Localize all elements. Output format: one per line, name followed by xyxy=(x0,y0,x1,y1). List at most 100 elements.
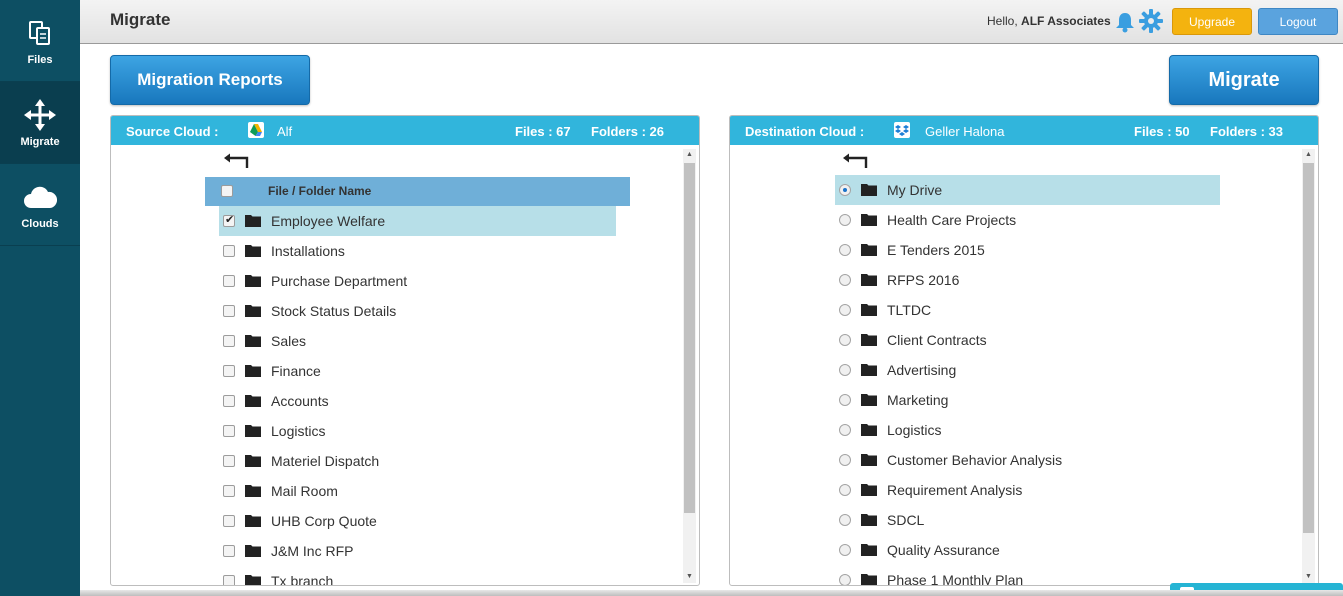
folder-radio[interactable] xyxy=(839,184,851,196)
folder-radio[interactable] xyxy=(839,304,851,316)
destination-cloud-label: Destination Cloud : xyxy=(745,124,865,139)
folder-radio[interactable] xyxy=(839,214,851,226)
files-icon xyxy=(23,16,57,50)
sidebar-item-files[interactable]: Files xyxy=(0,0,80,82)
source-folder-row[interactable]: Sales xyxy=(219,326,616,356)
source-panel-header: Source Cloud : Alf Files : 67 Folders : … xyxy=(111,116,699,145)
folder-checkbox[interactable] xyxy=(223,425,235,437)
folder-checkbox[interactable] xyxy=(223,365,235,377)
folder-icon xyxy=(861,183,877,196)
folder-icon xyxy=(245,424,261,437)
folder-name: Tx branch xyxy=(271,573,334,586)
user-name: ALF Associates xyxy=(1021,14,1111,28)
destination-folder-row[interactable]: TLTDC xyxy=(835,295,1220,325)
folder-radio[interactable] xyxy=(839,424,851,436)
destination-folder-row[interactable]: My Drive xyxy=(835,175,1220,205)
source-scrollbar[interactable]: ▲ ▼ xyxy=(683,149,696,583)
destination-folder-row[interactable]: Quality Assurance xyxy=(835,535,1220,565)
destination-panel-header: Destination Cloud : Geller Halona Files … xyxy=(730,116,1318,145)
folder-name: Employee Welfare xyxy=(271,213,386,229)
folder-checkbox[interactable] xyxy=(223,275,235,287)
source-folder-row[interactable]: Installations xyxy=(219,236,616,266)
source-account-name: Alf xyxy=(277,124,293,139)
sidebar-item-label: Files xyxy=(27,53,53,66)
folder-name: E Tenders 2015 xyxy=(887,242,985,258)
source-folder-row[interactable]: Tx branch xyxy=(219,566,616,586)
logout-button[interactable]: Logout xyxy=(1258,8,1338,35)
destination-folder-row[interactable]: Logistics xyxy=(835,415,1220,445)
folder-checkbox[interactable] xyxy=(223,305,235,317)
destination-folder-row[interactable]: Marketing xyxy=(835,385,1220,415)
destination-scrollbar[interactable]: ▲ ▼ xyxy=(1302,149,1315,583)
greeting: Hello, ALF Associates xyxy=(987,14,1111,28)
folder-radio[interactable] xyxy=(839,364,851,376)
migration-reports-button[interactable]: Migration Reports xyxy=(110,55,310,105)
folder-checkbox[interactable] xyxy=(223,213,235,227)
folder-name: Marketing xyxy=(887,392,949,408)
destination-folder-row[interactable]: SDCL xyxy=(835,505,1220,535)
destination-folder-row[interactable]: Client Contracts xyxy=(835,325,1220,355)
folder-radio[interactable] xyxy=(839,574,851,585)
folder-name: Finance xyxy=(271,363,321,379)
folder-name: Installations xyxy=(271,243,345,259)
destination-folder-row[interactable]: Requirement Analysis xyxy=(835,475,1220,505)
page-title: Migrate xyxy=(110,10,171,29)
folder-icon xyxy=(245,574,261,585)
scrollbar-thumb[interactable] xyxy=(1303,163,1314,533)
source-folder-row[interactable]: Employee Welfare xyxy=(219,206,616,236)
gear-icon[interactable] xyxy=(1139,9,1163,33)
upgrade-button[interactable]: Upgrade xyxy=(1172,8,1252,35)
select-all-checkbox[interactable] xyxy=(221,185,233,197)
folder-radio[interactable] xyxy=(839,544,851,556)
folder-icon xyxy=(861,363,877,376)
destination-folder-row[interactable]: Phase 1 Monthly Plan xyxy=(835,565,1220,585)
destination-folder-row[interactable]: RFPS 2016 xyxy=(835,265,1220,295)
migrate-button[interactable]: Migrate xyxy=(1169,55,1319,105)
folder-checkbox[interactable] xyxy=(223,245,235,257)
scrollbar-thumb[interactable] xyxy=(684,163,695,513)
destination-folder-row[interactable]: Health Care Projects xyxy=(835,205,1220,235)
source-folder-row[interactable]: Stock Status Details xyxy=(219,296,616,326)
folder-radio[interactable] xyxy=(839,244,851,256)
destination-folder-row[interactable]: Advertising xyxy=(835,355,1220,385)
folder-radio[interactable] xyxy=(839,454,851,466)
source-folder-row[interactable]: Logistics xyxy=(219,416,616,446)
destination-folder-row[interactable]: Customer Behavior Analysis xyxy=(835,445,1220,475)
folder-checkbox[interactable] xyxy=(223,395,235,407)
folder-checkbox[interactable] xyxy=(223,485,235,497)
back-arrow-icon[interactable] xyxy=(842,153,868,169)
scroll-down-icon[interactable]: ▼ xyxy=(683,571,696,583)
migrate-icon xyxy=(23,98,57,132)
bell-icon[interactable] xyxy=(1114,11,1136,33)
sidebar-item-label: Migrate xyxy=(20,135,60,148)
source-folder-row[interactable]: J&M Inc RFP xyxy=(219,536,616,566)
folder-icon xyxy=(861,423,877,436)
folder-checkbox[interactable] xyxy=(223,335,235,347)
folder-checkbox[interactable] xyxy=(223,515,235,527)
folder-radio[interactable] xyxy=(839,394,851,406)
source-folder-row[interactable]: Purchase Department xyxy=(219,266,616,296)
folder-radio[interactable] xyxy=(839,514,851,526)
folder-icon xyxy=(245,214,261,227)
folder-checkbox[interactable] xyxy=(223,545,235,557)
source-folder-row[interactable]: Accounts xyxy=(219,386,616,416)
folder-name: RFPS 2016 xyxy=(887,272,960,288)
source-folder-row[interactable]: UHB Corp Quote xyxy=(219,506,616,536)
folder-radio[interactable] xyxy=(839,484,851,496)
sidebar-item-clouds[interactable]: Clouds xyxy=(0,164,80,246)
scroll-down-icon[interactable]: ▼ xyxy=(1302,571,1315,583)
folder-checkbox[interactable] xyxy=(223,455,235,467)
scroll-up-icon[interactable]: ▲ xyxy=(683,149,696,161)
folder-radio[interactable] xyxy=(839,334,851,346)
source-folder-row[interactable]: Mail Room xyxy=(219,476,616,506)
source-folder-row[interactable]: Materiel Dispatch xyxy=(219,446,616,476)
destination-folders-count: Folders : 33 xyxy=(1210,124,1283,139)
sidebar-item-migrate[interactable]: Migrate xyxy=(0,82,80,164)
source-folder-row[interactable]: Finance xyxy=(219,356,616,386)
folder-checkbox[interactable] xyxy=(223,575,235,585)
back-arrow-icon[interactable] xyxy=(223,153,249,169)
destination-folder-row[interactable]: E Tenders 2015 xyxy=(835,235,1220,265)
folder-icon xyxy=(245,454,261,467)
folder-radio[interactable] xyxy=(839,274,851,286)
scroll-up-icon[interactable]: ▲ xyxy=(1302,149,1315,161)
